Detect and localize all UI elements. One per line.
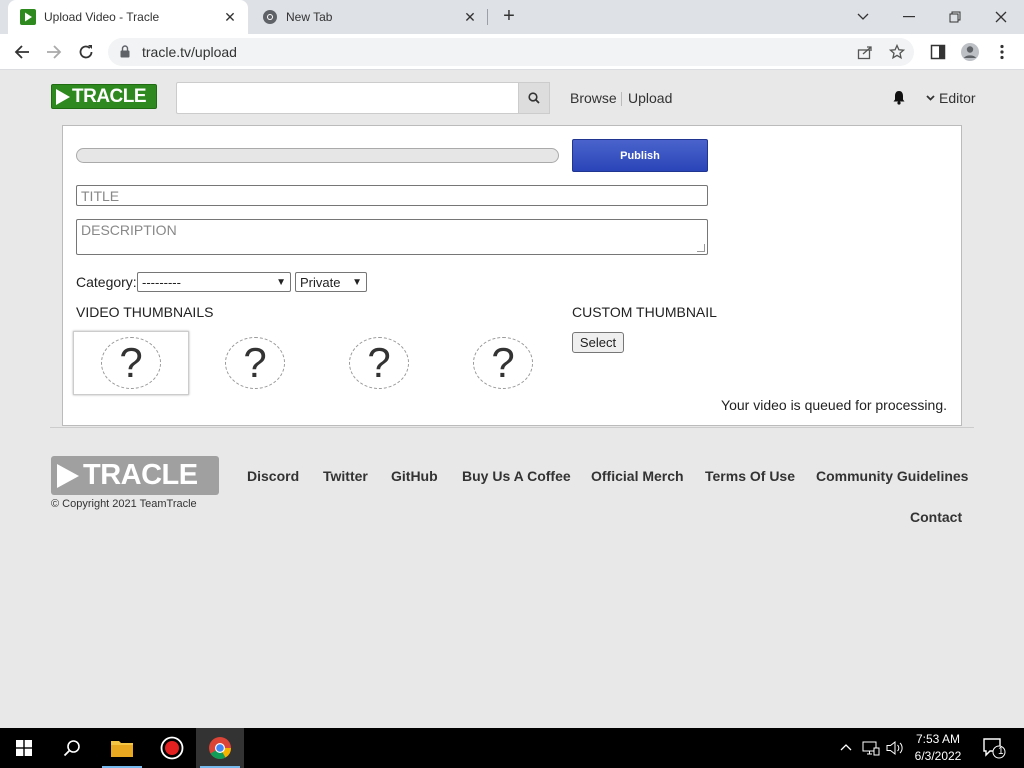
chrome-taskbar-icon[interactable]	[196, 728, 244, 768]
tracle-logo[interactable]: TRACLE	[51, 84, 157, 109]
chrome-icon	[262, 9, 278, 25]
chevron-down-icon: ▼	[352, 276, 362, 288]
processing-status: Your video is queued for processing.	[721, 397, 947, 413]
browser-tabstrip: Upload Video - Tracle ✕ New Tab ✕ +	[0, 0, 1024, 34]
notification-center-icon[interactable]: 1	[980, 736, 1008, 760]
restore-icon[interactable]	[932, 0, 978, 34]
video-thumbnail-2[interactable]: ?	[197, 331, 313, 395]
footer-logo[interactable]: TRACLE	[51, 456, 219, 495]
search-input[interactable]	[176, 82, 519, 114]
upload-panel: Publish TITLE DESCRIPTION Category: ----…	[62, 125, 962, 426]
reload-icon[interactable]	[72, 38, 100, 66]
footer-link-guidelines[interactable]: Community Guidelines	[816, 468, 968, 484]
taskbar: 7:53 AM 6/3/2022 1	[0, 728, 1024, 768]
nav-upload-link[interactable]: Upload	[628, 90, 672, 106]
title-field[interactable]: TITLE	[76, 185, 708, 206]
system-clock[interactable]: 7:53 AM 6/3/2022	[908, 731, 968, 765]
tab-upload-video[interactable]: Upload Video - Tracle ✕	[8, 0, 248, 34]
user-name: Editor	[939, 90, 976, 106]
close-tab-icon[interactable]: ✕	[460, 7, 480, 27]
nav-divider	[621, 92, 622, 106]
search-button[interactable]	[518, 82, 550, 114]
description-field[interactable]: DESCRIPTION	[76, 219, 708, 255]
upload-progress-bar	[76, 148, 559, 163]
search-icon[interactable]	[48, 728, 96, 768]
search-icon	[528, 92, 540, 104]
windows-start-icon[interactable]	[0, 728, 48, 768]
footer-divider	[50, 427, 974, 428]
footer-link-discord[interactable]: Discord	[247, 468, 299, 484]
browser-toolbar: tracle.tv/upload	[0, 34, 1024, 70]
footer-link-contact[interactable]: Contact	[910, 509, 962, 525]
privacy-value: Private	[300, 274, 341, 290]
bookmark-star-icon[interactable]	[888, 43, 906, 61]
minimize-icon[interactable]	[886, 0, 932, 34]
video-thumbnail-3[interactable]: ?	[321, 331, 437, 395]
category-value: ---------	[142, 274, 181, 290]
custom-thumbnail-heading: CUSTOM THUMBNAIL	[572, 304, 717, 320]
footer-link-buy-coffee[interactable]: Buy Us A Coffee	[462, 468, 571, 484]
address-bar[interactable]: tracle.tv/upload	[108, 38, 914, 66]
chevron-down-icon: ▼	[276, 276, 286, 288]
video-thumbnails-heading: VIDEO THUMBNAILS	[76, 304, 214, 320]
tab-search-chevron-icon[interactable]	[840, 0, 886, 34]
clock-date: 6/3/2022	[914, 749, 962, 763]
nav-browse-link[interactable]: Browse	[570, 90, 617, 106]
forward-arrow-icon[interactable]	[40, 38, 68, 66]
question-mark-icon: ?	[349, 337, 409, 389]
footer-link-merch[interactable]: Official Merch	[591, 468, 684, 484]
page-content: TRACLE Browse Upload Editor Publish TITL…	[0, 71, 1024, 728]
category-select[interactable]: --------- ▼	[137, 272, 291, 292]
menu-kebab-icon[interactable]	[992, 42, 1012, 62]
profile-avatar-icon[interactable]	[960, 42, 980, 62]
tab-separator	[487, 9, 488, 25]
copyright: © Copyright 2021 TeamTracle	[51, 498, 197, 510]
chevron-down-icon	[926, 95, 935, 101]
question-mark-icon: ?	[225, 337, 285, 389]
select-custom-thumbnail-button[interactable]: Select	[572, 332, 624, 353]
resize-handle-icon[interactable]	[697, 244, 705, 252]
volume-icon[interactable]	[886, 740, 904, 759]
new-tab-icon[interactable]: +	[498, 6, 520, 28]
tray-chevron-up-icon[interactable]	[840, 740, 852, 754]
footer-link-terms[interactable]: Terms Of Use	[705, 468, 795, 484]
video-thumbnail-1[interactable]: ?	[73, 331, 189, 395]
logo-text: TRACLE	[72, 85, 147, 107]
screen-recorder-icon[interactable]	[148, 728, 196, 768]
bell-icon[interactable]	[892, 90, 906, 110]
play-icon	[57, 463, 79, 488]
privacy-select[interactable]: Private ▼	[295, 272, 367, 292]
tab-new-tab[interactable]: New Tab ✕	[250, 0, 488, 34]
back-arrow-icon[interactable]	[8, 38, 36, 66]
notification-count: 1	[998, 746, 1004, 757]
close-tab-icon[interactable]: ✕	[220, 7, 240, 27]
question-mark-icon: ?	[101, 337, 161, 389]
play-icon	[56, 88, 70, 105]
category-label: Category:	[76, 274, 137, 290]
side-panel-icon[interactable]	[928, 42, 948, 62]
network-icon[interactable]	[862, 740, 880, 759]
footer-link-twitter[interactable]: Twitter	[323, 468, 368, 484]
question-mark-icon: ?	[473, 337, 533, 389]
user-menu[interactable]: Editor	[926, 90, 976, 106]
tracle-play-icon	[20, 9, 36, 25]
url-text[interactable]: tracle.tv/upload	[142, 44, 237, 60]
file-explorer-icon[interactable]	[98, 728, 146, 768]
description-placeholder: DESCRIPTION	[81, 222, 177, 238]
lock-icon[interactable]	[120, 45, 130, 63]
share-icon[interactable]	[856, 43, 874, 61]
video-thumbnail-4[interactable]: ?	[445, 331, 561, 395]
clock-time: 7:53 AM	[915, 732, 961, 746]
footer-link-github[interactable]: GitHub	[391, 468, 438, 484]
publish-button[interactable]: Publish	[572, 139, 708, 172]
tab-title: New Tab	[286, 10, 333, 24]
footer-logo-text: TRACLE	[83, 459, 198, 491]
tab-title: Upload Video - Tracle	[44, 10, 160, 24]
close-window-icon[interactable]	[978, 0, 1024, 34]
